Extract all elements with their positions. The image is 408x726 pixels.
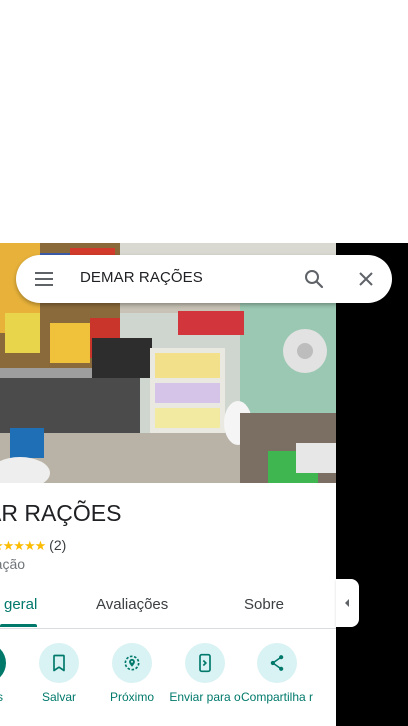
directions-label: s bbox=[0, 690, 3, 704]
share-button[interactable] bbox=[257, 643, 297, 683]
tab-bar: geral Avaliações Sobre bbox=[0, 584, 336, 629]
chevron-left-icon bbox=[345, 599, 349, 607]
menu-icon[interactable] bbox=[32, 267, 56, 291]
tab-about[interactable]: Sobre bbox=[244, 596, 284, 613]
rating-row[interactable]: ★★★★★ (2) bbox=[0, 537, 66, 554]
review-count: (2) bbox=[49, 537, 67, 553]
send-to-phone-label: Enviar para o bbox=[169, 690, 241, 704]
send-to-phone-icon bbox=[199, 653, 211, 673]
save-label: Salvar bbox=[41, 690, 76, 704]
nearby-icon bbox=[124, 655, 140, 671]
tab-reviews[interactable]: Avaliações bbox=[96, 596, 168, 613]
place-panel: AR RAÇÕES ★★★★★ (2) ração geral Avaliaçõ… bbox=[0, 243, 336, 726]
share-label: Compartilha r bbox=[240, 690, 314, 704]
send-to-phone-button[interactable] bbox=[185, 643, 225, 683]
nearby-label: Próximo bbox=[109, 690, 154, 704]
active-tab-indicator bbox=[0, 624, 37, 627]
close-icon[interactable] bbox=[354, 267, 378, 291]
bookmark-icon bbox=[53, 654, 65, 672]
search-icon[interactable] bbox=[302, 267, 326, 291]
tab-overview[interactable]: geral bbox=[4, 596, 37, 613]
place-title: AR RAÇÕES bbox=[0, 500, 122, 526]
action-row: s Salvar Próximo Enviar para o Compartil… bbox=[0, 636, 336, 726]
search-bar[interactable]: DEMAR RAÇÕES bbox=[16, 255, 392, 303]
top-blank-area bbox=[0, 0, 408, 243]
share-icon bbox=[270, 655, 284, 671]
collapse-panel-button[interactable] bbox=[336, 579, 359, 627]
search-input[interactable]: DEMAR RAÇÕES bbox=[80, 269, 203, 286]
save-button[interactable] bbox=[39, 643, 79, 683]
place-category[interactable]: ração bbox=[0, 556, 25, 572]
nearby-button[interactable] bbox=[112, 643, 152, 683]
rating-stars: ★★★★★ bbox=[0, 538, 46, 553]
map-area[interactable] bbox=[336, 243, 408, 726]
directions-button[interactable] bbox=[0, 643, 6, 683]
